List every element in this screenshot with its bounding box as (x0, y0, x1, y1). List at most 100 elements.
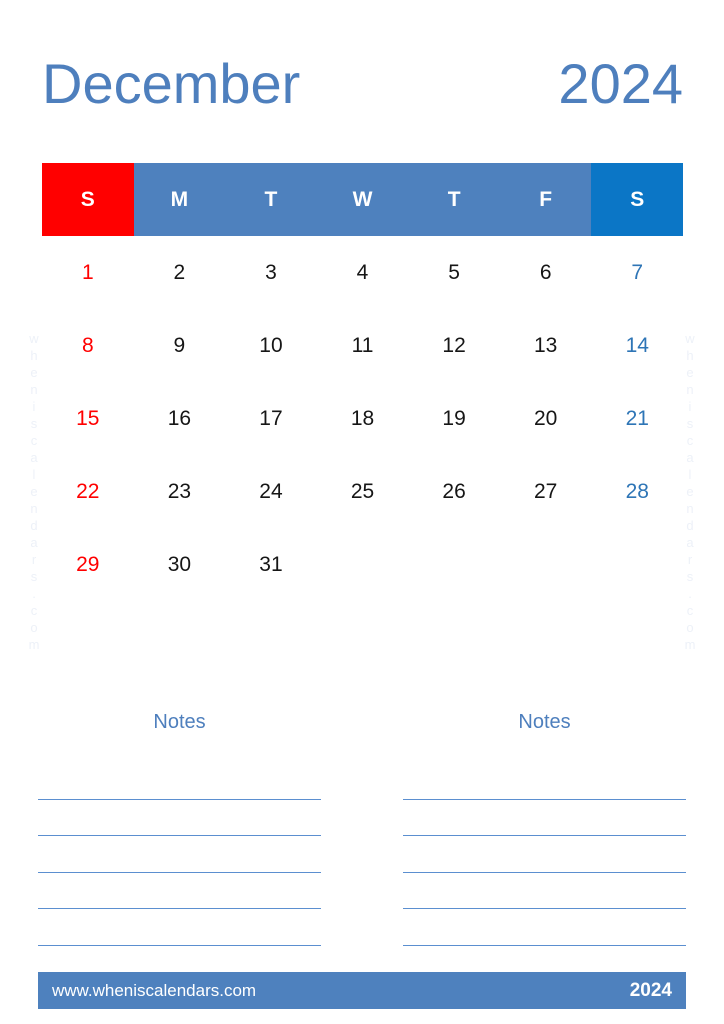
watermark-char: o (686, 620, 694, 635)
day-cell[interactable]: 2 (134, 236, 226, 309)
day-cell[interactable]: 19 (408, 382, 500, 455)
note-line[interactable] (38, 909, 321, 946)
week-row: 22 23 24 25 26 27 28 (42, 455, 683, 528)
notes-column-left: Notes (38, 712, 321, 957)
note-line[interactable] (403, 873, 686, 909)
note-line[interactable] (403, 763, 686, 800)
weekday-header-sunday: S (42, 163, 134, 236)
date-grid: 1 2 3 4 5 6 7 8 9 10 11 12 13 14 15 16 1… (42, 236, 683, 601)
weekday-header-row: S M T W T F S (42, 163, 684, 236)
watermark-char: s (686, 569, 694, 584)
watermark-char: r (31, 552, 37, 567)
day-cell[interactable]: 31 (225, 528, 317, 601)
day-cell[interactable]: 13 (500, 309, 592, 382)
day-cell[interactable]: 30 (134, 528, 226, 601)
watermark-char: m (684, 637, 696, 652)
watermark-char: c (30, 433, 38, 448)
watermark-char: . (688, 586, 692, 601)
day-cell[interactable]: 12 (408, 309, 500, 382)
footer-year: 2024 (629, 979, 672, 1001)
day-cell[interactable]: 14 (591, 309, 683, 382)
watermark-char: e (30, 484, 38, 499)
day-cell[interactable]: 9 (134, 309, 226, 382)
day-cell[interactable]: 28 (591, 455, 683, 528)
watermark-char: s (686, 416, 694, 431)
watermark-char: o (30, 620, 38, 635)
day-cell[interactable]: 6 (500, 236, 592, 309)
note-line[interactable] (38, 873, 321, 909)
day-cell[interactable]: 17 (225, 382, 317, 455)
day-cell[interactable]: 7 (591, 236, 683, 309)
watermark-char: h (686, 348, 694, 363)
weekday-header-wednesday: W (316, 163, 409, 236)
watermark-char: n (30, 501, 38, 516)
watermark-char: s (30, 569, 38, 584)
watermark-char: i (32, 399, 36, 414)
day-cell[interactable]: 16 (134, 382, 226, 455)
note-line[interactable] (38, 836, 321, 873)
footer-bar: www.wheniscalendars.com 2024 (38, 972, 686, 1009)
day-cell-empty (317, 528, 409, 601)
watermark-char: m (28, 637, 40, 652)
title-month: December (42, 52, 301, 115)
weekday-header-tuesday: T (225, 163, 317, 236)
week-row: 8 9 10 11 12 13 14 (42, 309, 683, 382)
note-line[interactable] (403, 909, 686, 946)
day-cell[interactable]: 26 (408, 455, 500, 528)
day-cell[interactable]: 27 (500, 455, 592, 528)
watermark-char: l (32, 467, 36, 482)
watermark-char: s (30, 416, 38, 431)
note-line[interactable] (403, 836, 686, 873)
watermark-char: e (30, 365, 38, 380)
day-cell[interactable]: 8 (42, 309, 134, 382)
day-cell[interactable]: 24 (225, 455, 317, 528)
watermark-char: a (686, 535, 694, 550)
watermark-char: w (685, 331, 695, 346)
watermark-left: wheniscalendars.com (22, 330, 46, 653)
day-cell[interactable]: 10 (225, 309, 317, 382)
watermark-char: d (30, 518, 38, 533)
watermark-char: c (686, 433, 694, 448)
weekday-header-saturday: S (591, 163, 684, 236)
watermark-char: n (686, 501, 694, 516)
note-line[interactable] (403, 800, 686, 836)
day-cell[interactable]: 4 (317, 236, 409, 309)
day-cell[interactable]: 18 (317, 382, 409, 455)
day-cell-empty (408, 528, 500, 601)
notes-lines-left[interactable] (38, 763, 321, 946)
watermark-char: d (686, 518, 694, 533)
day-cell[interactable]: 25 (317, 455, 409, 528)
day-cell[interactable]: 21 (591, 382, 683, 455)
watermark-char: n (686, 382, 694, 397)
day-cell[interactable]: 23 (134, 455, 226, 528)
day-cell[interactable]: 5 (408, 236, 500, 309)
day-cell[interactable]: 11 (317, 309, 409, 382)
watermark-char: e (686, 484, 694, 499)
note-line[interactable] (38, 800, 321, 836)
notes-heading: Notes (153, 711, 206, 733)
watermark-char: l (688, 467, 692, 482)
day-cell[interactable]: 29 (42, 528, 134, 601)
weekday-header-monday: M (133, 163, 226, 236)
day-cell-empty (591, 528, 683, 601)
notes-lines-right[interactable] (403, 763, 686, 946)
day-cell[interactable]: 20 (500, 382, 592, 455)
day-cell[interactable]: 15 (42, 382, 134, 455)
note-line[interactable] (38, 763, 321, 800)
watermark-char: n (30, 382, 38, 397)
footer-url[interactable]: www.wheniscalendars.com (52, 981, 256, 1001)
title-year: 2024 (558, 52, 683, 115)
day-cell[interactable]: 3 (225, 236, 317, 309)
watermark-char: i (688, 399, 692, 414)
watermark-char: h (30, 348, 38, 363)
notes-area: Notes Notes (38, 712, 686, 957)
notes-column-right: Notes (403, 712, 686, 957)
day-cell[interactable]: 1 (42, 236, 134, 309)
watermark-char: . (32, 586, 36, 601)
weekday-header-friday: F (499, 163, 592, 236)
page-title: December 2024 (42, 48, 683, 120)
watermark-char: r (687, 552, 693, 567)
day-cell-empty (500, 528, 592, 601)
day-cell[interactable]: 22 (42, 455, 134, 528)
weekday-header-thursday: T (408, 163, 500, 236)
